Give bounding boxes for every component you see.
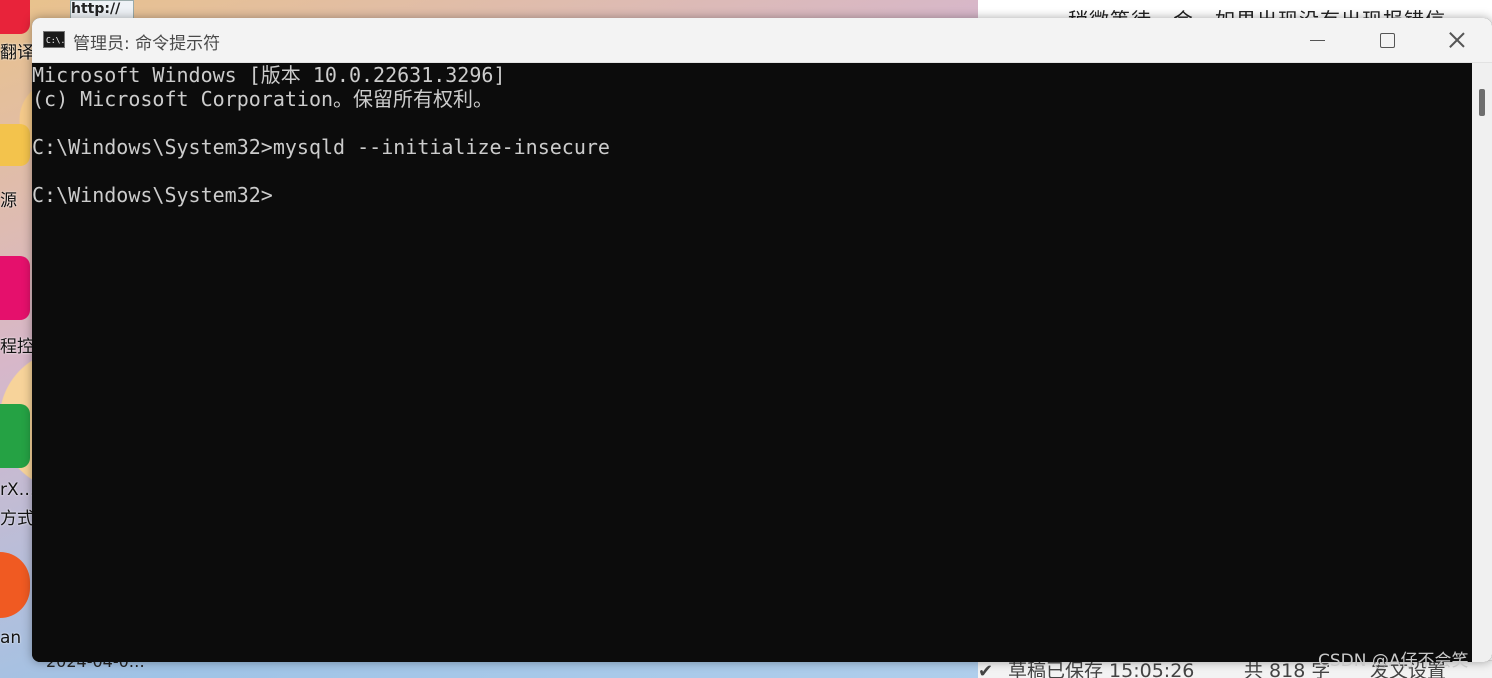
desktop-label-1: 翻译 (0, 43, 34, 63)
scrollbar-thumb[interactable] (1479, 89, 1485, 116)
app-icon-green[interactable] (0, 404, 30, 468)
app-icon-orange[interactable] (0, 552, 30, 618)
app-icon-red[interactable] (0, 0, 30, 34)
desktop-label-2: 源 (0, 191, 17, 211)
console-line: C:\Windows\System32>mysqld --initialize-… (32, 135, 610, 159)
console-line: (c) Microsoft Corporation。保留所有权利。 (32, 87, 494, 111)
desktop-label-6: an (0, 628, 22, 648)
desktop-label-4: rX… (0, 480, 36, 500)
title-bar[interactable]: C:\. 管理员: 命令提示符 (32, 18, 1492, 63)
saved-check-icon: ✔ (978, 661, 994, 678)
desktop-label-3: 程控 (0, 337, 34, 357)
command-prompt-window[interactable]: C:\. 管理员: 命令提示符 Microsoft Windows [版本 10… (32, 18, 1492, 662)
minimize-button[interactable] (1282, 18, 1352, 62)
minimize-icon (1309, 39, 1325, 41)
csdn-watermark: CSDN @A仔不会笑 (1318, 651, 1469, 671)
window-title: 管理员: 命令提示符 (73, 34, 221, 54)
maximize-icon (1379, 32, 1395, 48)
console-output[interactable]: Microsoft Windows [版本 10.0.22631.3296] (… (32, 63, 1472, 662)
close-button[interactable] (1422, 18, 1492, 62)
console-prompt-line[interactable]: C:\Windows\System32> (32, 183, 1472, 207)
vertical-scrollbar[interactable] (1472, 63, 1492, 662)
cmd-app-icon[interactable]: C:\. (43, 31, 65, 48)
folder-icon[interactable] (0, 124, 30, 166)
app-icon-pink[interactable] (0, 256, 30, 320)
desktop-label-5: 方式 (0, 509, 34, 529)
console-line: Microsoft Windows [版本 10.0.22631.3296] (32, 63, 506, 87)
close-icon (1449, 32, 1465, 48)
maximize-button[interactable] (1352, 18, 1422, 62)
